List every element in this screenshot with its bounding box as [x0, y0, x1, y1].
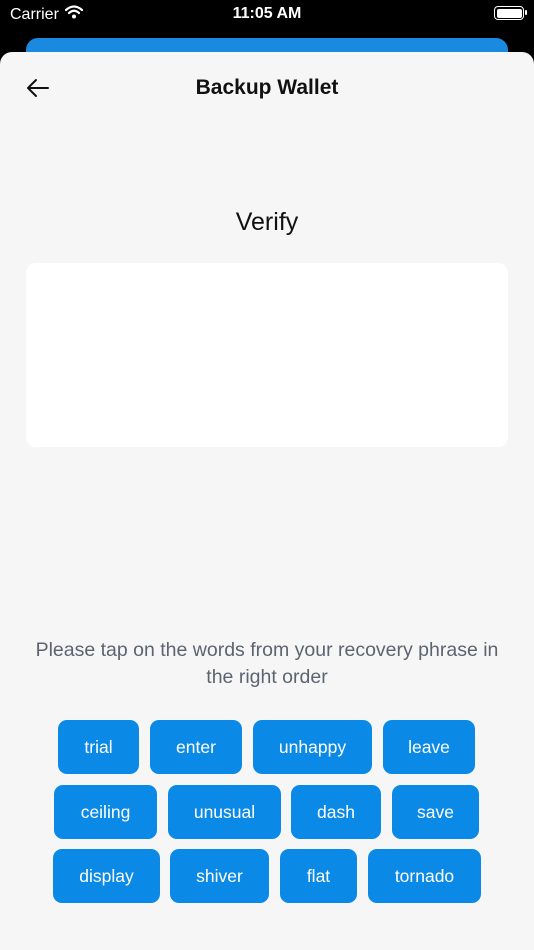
- word-button[interactable]: display: [53, 849, 160, 903]
- word-button[interactable]: flat: [280, 849, 357, 903]
- word-button[interactable]: tornado: [368, 849, 481, 903]
- word-button[interactable]: leave: [383, 720, 475, 774]
- screen: Carrier 11:05 AM Backup Wallet Verify Pl…: [0, 0, 534, 950]
- word-button[interactable]: shiver: [170, 849, 269, 903]
- word-button[interactable]: trial: [58, 720, 139, 774]
- word-row-1: trial enter unhappy leave: [0, 720, 534, 774]
- word-button[interactable]: enter: [150, 720, 242, 774]
- selected-words-box[interactable]: [26, 263, 508, 447]
- page-title: Backup Wallet: [195, 76, 339, 99]
- backup-wallet-sheet: Backup Wallet Verify Please tap on the w…: [0, 52, 534, 950]
- word-row-3: display shiver flat tornado: [0, 849, 534, 903]
- word-row-2: ceiling unusual dash save: [0, 785, 534, 839]
- status-time: 11:05 AM: [232, 5, 302, 22]
- instructions-text: Please tap on the words from your recove…: [35, 639, 499, 688]
- battery-icon: [494, 6, 527, 20]
- word-button[interactable]: dash: [291, 785, 381, 839]
- status-bar: Carrier 11:05 AM: [0, 0, 534, 30]
- word-button[interactable]: unusual: [168, 785, 281, 839]
- word-button[interactable]: save: [392, 785, 479, 839]
- word-button[interactable]: ceiling: [54, 785, 157, 839]
- verify-title: Verify: [235, 208, 299, 236]
- word-button[interactable]: unhappy: [253, 720, 372, 774]
